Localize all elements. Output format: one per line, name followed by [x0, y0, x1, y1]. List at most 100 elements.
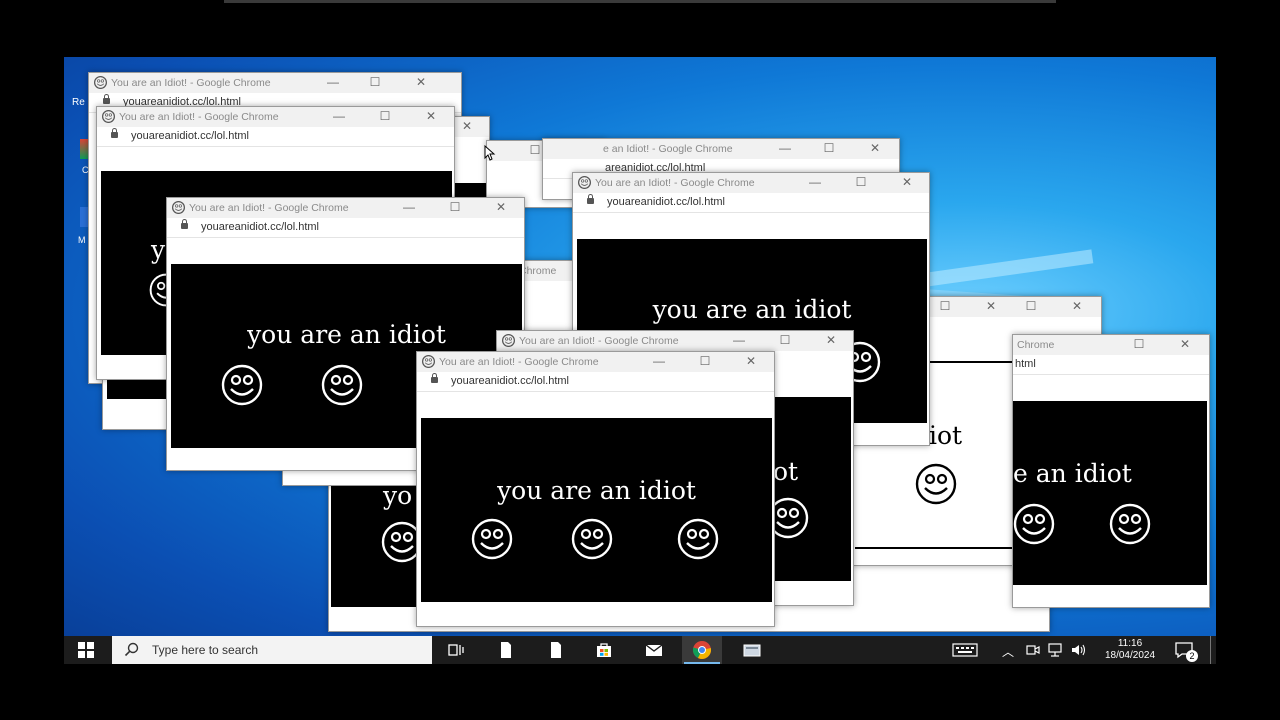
maximize-button[interactable]: ☐	[853, 175, 869, 189]
file-icon[interactable]	[546, 640, 566, 660]
window-titlebar[interactable]: Chrome ☐ ✕	[1013, 335, 1209, 355]
maximize-button[interactable]: ☐	[367, 75, 383, 89]
window-title: You are an Idiot! - Google Chrome	[119, 111, 279, 123]
smiley-face-icon	[94, 76, 107, 89]
microsoft-store-icon[interactable]	[594, 640, 614, 660]
maximize-button[interactable]: ☐	[1023, 299, 1039, 313]
message-fragment: e an idiot	[1013, 459, 1132, 488]
maximize-button[interactable]: ☐	[937, 299, 953, 313]
close-button[interactable]: ✕	[899, 175, 915, 189]
close-button[interactable]: ✕	[1177, 337, 1193, 351]
address-bar[interactable]: youareanidiot.cc/lol.html	[167, 218, 524, 238]
mail-icon[interactable]	[644, 640, 664, 660]
meet-icon[interactable]	[1026, 643, 1040, 657]
chevron-up-icon[interactable]: ︿	[1002, 643, 1014, 660]
message-fragment: ot	[773, 457, 799, 486]
smiley-face-icon	[471, 518, 513, 560]
page-content: e an idiot	[1013, 401, 1207, 585]
window-titlebar[interactable]: You are an Idiot! - Google Chrome — ☐ ✕	[417, 352, 774, 372]
app-icon[interactable]	[742, 640, 762, 660]
url-text: youareanidiot.cc/lol.html	[607, 196, 726, 208]
system-clock[interactable]: 11:16 18/04/2024	[1094, 638, 1166, 662]
smiley-face-icon	[915, 463, 957, 505]
notification-badge: 2	[1186, 650, 1198, 662]
close-button[interactable]: ✕	[413, 75, 429, 89]
windows-logo-icon[interactable]	[78, 642, 94, 658]
window-title: You are an Idiot! - Google Chrome	[439, 356, 599, 368]
show-desktop-divider[interactable]	[1210, 636, 1211, 664]
address-bar[interactable]: youareanidiot.cc/lol.html	[97, 127, 454, 147]
address-bar[interactable]: youareanidiot.cc/lol.html	[573, 193, 929, 213]
minimize-button[interactable]: —	[331, 109, 347, 123]
desktop-icon-label: M	[78, 235, 86, 245]
file-icon[interactable]	[496, 640, 516, 660]
minimize-button[interactable]: —	[731, 333, 747, 347]
smiley-face-icon	[571, 518, 613, 560]
close-button[interactable]: ✕	[459, 119, 475, 133]
network-icon[interactable]	[1048, 643, 1066, 657]
message-text: you are an idiot	[652, 295, 852, 324]
window-titlebar[interactable]: e an Idiot! - Google Chrome — ☐ ✕	[543, 139, 899, 159]
search-box[interactable]: Type here to search	[112, 636, 432, 664]
maximize-button[interactable]: ☐	[1131, 337, 1147, 351]
window-titlebar[interactable]: You are an Idiot! - Google Chrome — ☐ ✕	[97, 107, 454, 127]
maximize-button[interactable]: ☐	[377, 109, 393, 123]
mouse-cursor-icon	[484, 145, 496, 161]
minimize-button[interactable]: —	[651, 354, 667, 368]
window-title: You are an Idiot! - Google Chrome	[519, 335, 679, 347]
window-title: You are an Idiot! - Google Chrome	[111, 77, 271, 89]
close-button[interactable]: ✕	[743, 354, 759, 368]
search-icon	[124, 642, 139, 657]
maximize-button[interactable]: ☐	[697, 354, 713, 368]
url-text: youareanidiot.cc/lol.html	[131, 130, 250, 142]
close-button[interactable]: ✕	[823, 333, 839, 347]
chrome-icon[interactable]	[692, 640, 712, 660]
message-text: you are an idiot	[247, 320, 446, 349]
smiley-face-icon	[677, 518, 719, 560]
smiley-face-icon	[321, 364, 363, 406]
window-title: e an Idiot! - Google Chrome	[603, 143, 733, 155]
top-black-bar	[224, 0, 1056, 3]
desktop-icon-label: Re	[72, 97, 85, 108]
minimize-button[interactable]: —	[777, 141, 793, 155]
smiley-face-icon	[221, 364, 263, 406]
minimize-button[interactable]: —	[401, 200, 417, 214]
url-text: html	[1015, 358, 1036, 370]
smiley-face-icon	[172, 201, 185, 214]
window-title: You are an Idiot! - Google Chrome	[595, 177, 755, 189]
close-button[interactable]: ✕	[867, 141, 883, 155]
page-content: you are an idiot	[421, 418, 772, 602]
volume-icon[interactable]	[1070, 643, 1088, 657]
lock-icon	[431, 373, 438, 383]
address-bar[interactable]: html	[1013, 355, 1209, 375]
close-button[interactable]: ✕	[983, 299, 999, 313]
address-bar[interactable]: youareanidiot.cc/lol.html	[417, 372, 774, 392]
clock-time: 11:16	[1117, 638, 1143, 649]
close-button[interactable]: ✕	[423, 109, 439, 123]
smiley-face-icon	[578, 176, 591, 189]
minimize-button[interactable]: —	[325, 75, 341, 89]
window-titlebar[interactable]: You are an Idiot! - Google Chrome — ☐ ✕	[167, 198, 524, 218]
maximize-button[interactable]: ☐	[447, 200, 463, 214]
window-titlebar[interactable]: You are an Idiot! - Google Chrome — ☐ ✕	[497, 331, 853, 351]
chrome-window[interactable]: You are an Idiot! - Google Chrome — ☐ ✕ yo…	[416, 351, 775, 627]
task-view-icon[interactable]	[446, 640, 466, 660]
smiley-face-icon	[102, 110, 115, 123]
window-titlebar[interactable]: You are an Idiot! - Google Chrome — ☐ ✕	[89, 73, 461, 93]
active-indicator	[684, 662, 720, 664]
smiley-face-icon	[422, 355, 435, 368]
window-title: You are an Idiot! - Google Chrome	[189, 202, 349, 214]
keyboard-icon[interactable]	[952, 642, 978, 658]
url-text: youareanidiot.cc/lol.html	[201, 221, 320, 233]
maximize-button[interactable]: ☐	[821, 141, 837, 155]
smiley-face-icon	[1013, 503, 1055, 545]
close-button[interactable]: ✕	[1069, 299, 1085, 313]
maximize-button[interactable]: ☐	[777, 333, 793, 347]
window-titlebar[interactable]: You are an Idiot! - Google Chrome — ☐ ✕	[573, 173, 929, 193]
clock-date: 18/04/2024	[1104, 650, 1156, 661]
lock-icon	[103, 94, 110, 104]
chrome-window[interactable]: Chrome ☐ ✕ html e an idiot	[1012, 334, 1210, 608]
minimize-button[interactable]: —	[807, 175, 823, 189]
maximize-button[interactable]: ☐	[527, 143, 543, 157]
close-button[interactable]: ✕	[493, 200, 509, 214]
